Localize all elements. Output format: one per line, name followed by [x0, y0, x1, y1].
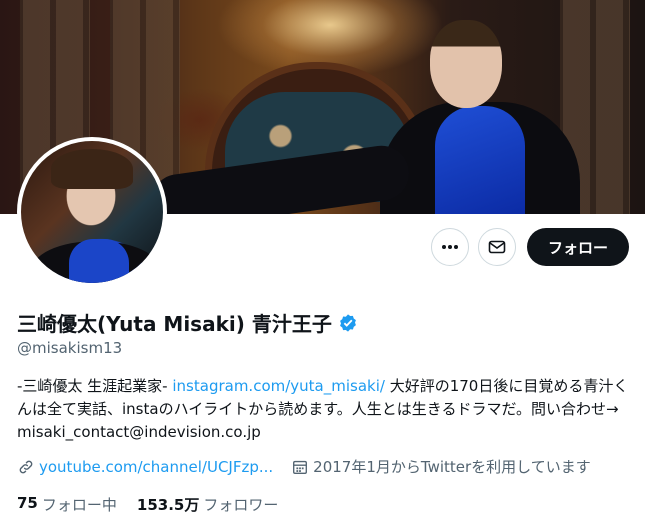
bio-instagram-link[interactable]: instagram.com/yuta_misaki/	[172, 377, 385, 395]
name-row: 三崎優太(Yuta Misaki) 青汁王子	[17, 308, 358, 337]
bio-text: -三崎優太 生涯起業家-	[17, 377, 173, 395]
follow-button[interactable]: フォロー	[527, 228, 629, 266]
bio: -三崎優太 生涯起業家- instagram.com/yuta_misaki/ …	[17, 375, 637, 444]
following-label[interactable]: フォロー中	[42, 494, 117, 515]
website-link[interactable]: youtube.com/channel/UCJFzp...	[39, 458, 273, 476]
message-button[interactable]	[478, 228, 516, 266]
calendar-icon	[293, 460, 308, 474]
verified-badge-icon[interactable]	[338, 313, 358, 333]
link-icon	[19, 460, 33, 473]
handle: @misakism13	[17, 339, 123, 357]
more-horizontal-icon	[442, 245, 458, 249]
avatar[interactable]	[17, 137, 167, 287]
following-count[interactable]: 75	[17, 494, 38, 515]
profile-meta: youtube.com/channel/UCJFzp... 2017年1月からT…	[17, 456, 591, 477]
follow-stats: 75 フォロー中 153.5万 フォロワー	[17, 494, 298, 515]
more-button[interactable]	[431, 228, 469, 266]
followers-label[interactable]: フォロワー	[203, 494, 278, 515]
display-name: 三崎優太(Yuta Misaki) 青汁王子	[17, 312, 332, 336]
envelope-icon	[488, 240, 506, 254]
followers-count[interactable]: 153.5万	[137, 494, 199, 515]
join-date: 2017年1月からTwitterを利用しています	[313, 458, 591, 476]
